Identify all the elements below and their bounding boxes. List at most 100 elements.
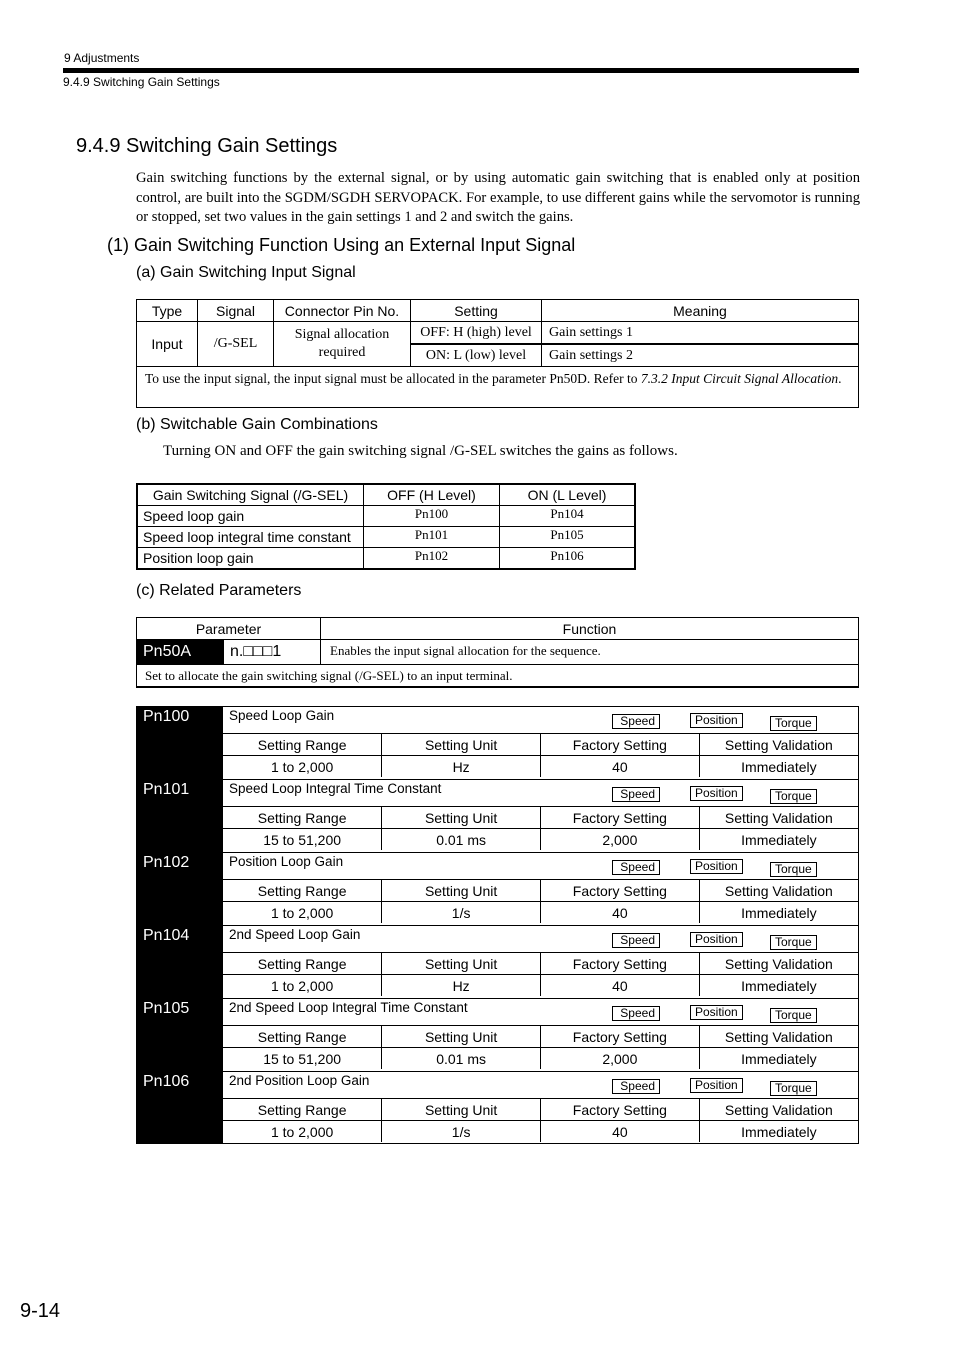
subsection-title: (1) Gain Switching Function Using an Ext… [107,235,576,255]
note-reference-link[interactable]: 7.3.2 Input Circuit Signal Allocation [641,371,838,386]
header-parameter: Parameter [136,617,321,640]
parameter-settings-grid: Setting Range Setting Unit Factory Setti… [223,1098,858,1142]
header-setting-unit: Setting Unit [381,952,541,975]
page-number: 9-14 [20,1300,61,1322]
parameter-value: n.□□□1 [223,639,321,665]
header-on: ON (L Level) [499,483,636,506]
header-meaning: Meaning [541,299,859,322]
header-setting-validation: Setting Validation [698,952,858,975]
settings-value-row: 1 to 2,000 Hz 40 Immediately [223,755,858,777]
pin-cell: Signal allocation required [273,321,411,367]
header-setting-range: Setting Range [223,879,382,902]
header-factory-setting: Factory Setting [540,1098,700,1121]
factory-setting: 40 [540,974,700,996]
parameter-name: 2nd Speed Loop Gain [229,927,361,942]
header-setting-validation: Setting Validation [698,879,858,902]
header-setting-range: Setting Range [223,806,382,829]
mode-badge-torque: Torque [770,789,817,804]
off-value: Pn100 [363,505,500,527]
control-modes: Speed Position Torque [612,1005,858,1025]
header-setting-range: Setting Range [223,733,382,756]
mode-badge-position: Position [690,713,743,728]
parameter-block: Pn106 2nd Position Loop Gain Speed Posit… [136,1071,859,1144]
note-row: Set to allocate the gain switching signa… [136,664,859,688]
header-factory-setting: Factory Setting [540,879,700,902]
header-rule [63,68,859,73]
parameter-id: Pn101 [137,780,223,852]
table-row: Input /G-SEL Signal allocation required … [136,321,859,367]
settings-value-row: 1 to 2,000 1/s 40 Immediately [223,901,858,923]
parameter-name: 2nd Position Loop Gain [229,1073,370,1088]
setting-range: 1 to 2,000 [223,974,382,996]
note-cell: Set to allocate the gain switching signa… [136,664,859,688]
parameter-list: Pn100 Speed Loop Gain Speed Position Tor… [136,706,859,1144]
setting-validation: Immediately [698,901,858,923]
section-title: 9.4.9 Switching Gain Settings [76,135,338,157]
factory-setting: 40 [540,1120,700,1142]
header-setting: Setting [410,299,542,322]
mode-badge-position: Position [690,932,743,947]
on-value: Pn104 [499,505,636,527]
table-header-row: Parameter Function [136,617,859,640]
mode-badge-position: Position [690,1005,743,1020]
mode-badge-position: Position [690,859,743,874]
function-description: Enables the input signal allocation for … [320,639,859,665]
setting-validation: Immediately [698,974,858,996]
setting-range: 1 to 2,000 [223,901,382,923]
parameter-settings-grid: Setting Range Setting Unit Factory Setti… [223,733,858,777]
setting-validation: Immediately [698,1047,858,1069]
control-modes: Speed Position Torque [612,859,858,879]
intro-paragraph: Gain switching functions by the external… [136,170,860,225]
header-setting-unit: Setting Unit [381,1025,541,1048]
mode-badge-torque: Torque [770,935,817,950]
parameter-id: Pn104 [137,926,223,998]
header-pin: Connector Pin No. [273,299,411,322]
off-value: Pn102 [363,547,500,570]
running-header-chapter: 9 Adjustments [64,51,140,65]
sub-b-text: Turning ON and OFF the gain switching si… [163,443,678,459]
setting-unit: 0.01 ms [381,1047,541,1069]
header-setting-range: Setting Range [223,952,382,975]
settings-header-row: Setting Range Setting Unit Factory Setti… [223,952,858,975]
parameter-block: Pn100 Speed Loop Gain Speed Position Tor… [136,706,859,779]
setting-unit: Hz [381,974,541,996]
mode-badge-speed: Speed [612,1079,660,1094]
header-setting-unit: Setting Unit [381,806,541,829]
parameter-name: Speed Loop Integral Time Constant [229,781,442,796]
parameter-id: Pn102 [137,853,223,925]
table-row: Pn50A n.□□□1 Enables the input signal al… [136,639,859,665]
mode-badge-speed: Speed [612,714,660,729]
control-modes: Speed Position Torque [612,1078,858,1098]
parameter-name: 2nd Speed Loop Integral Time Constant [229,1000,468,1015]
settings-header-row: Setting Range Setting Unit Factory Setti… [223,733,858,756]
parameter-settings-grid: Setting Range Setting Unit Factory Setti… [223,952,858,996]
mode-badge-position: Position [690,1078,743,1093]
row-label: Speed loop integral time constant [136,526,364,548]
mode-badge-torque: Torque [770,716,817,731]
row-label: Speed loop gain [136,505,364,527]
settings-header-row: Setting Range Setting Unit Factory Setti… [223,1025,858,1048]
parameter-block: Pn105 2nd Speed Loop Integral Time Const… [136,998,859,1071]
meaning-cell: Gain settings 2 [541,343,859,367]
gain-combinations-table: Gain Switching Signal (/G-SEL) OFF (H Le… [136,483,636,570]
row-label: Position loop gain [136,547,364,570]
mode-badge-speed: Speed [612,787,660,802]
table-row: Speed loop gain Pn100 Pn104 [136,505,636,527]
mode-badge-torque: Torque [770,1008,817,1023]
setting-range: 1 to 2,000 [223,1120,382,1142]
control-modes: Speed Position Torque [612,713,858,733]
parameter-settings-grid: Setting Range Setting Unit Factory Setti… [223,806,858,850]
header-factory-setting: Factory Setting [540,733,700,756]
parameter-id: Pn105 [137,999,223,1071]
settings-value-row: 15 to 51,200 0.01 ms 2,000 Immediately [223,1047,858,1069]
parameter-name: Position Loop Gain [229,854,344,869]
control-modes: Speed Position Torque [612,786,858,806]
related-parameters-table: Parameter Function Pn50A n.□□□1 Enables … [136,617,859,688]
parameter-settings-grid: Setting Range Setting Unit Factory Setti… [223,1025,858,1069]
note-end: . [838,371,842,386]
header-function: Function [320,617,859,640]
note-cell: To use the input signal, the input signa… [136,366,859,408]
parameter-settings-grid: Setting Range Setting Unit Factory Setti… [223,879,858,923]
sub-b-title: (b) Switchable Gain Combinations [136,416,378,433]
setting-validation: Immediately [698,755,858,777]
